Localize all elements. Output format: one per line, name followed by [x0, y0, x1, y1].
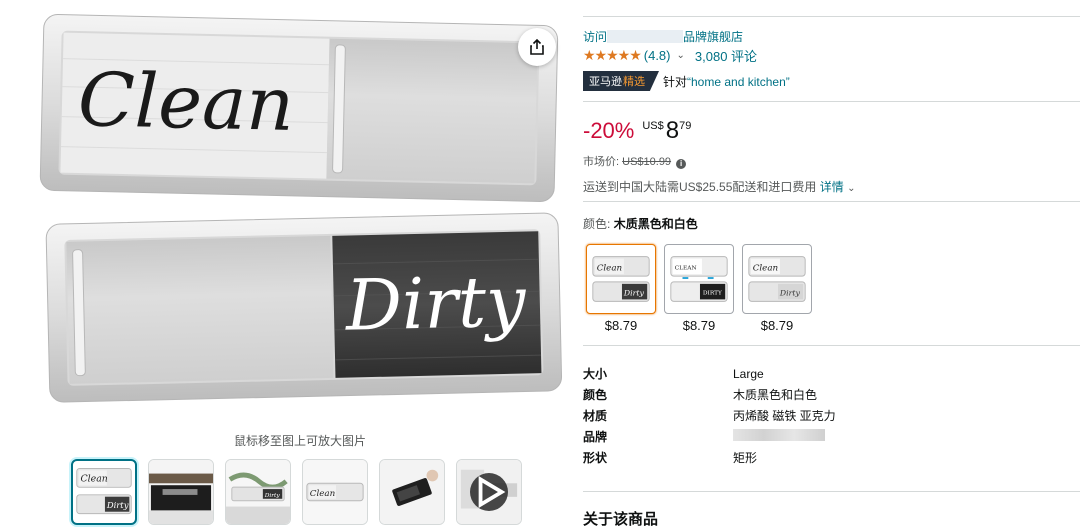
divider-top: [583, 16, 1080, 17]
spec-row-color: 颜色 木质黑色和白色: [583, 384, 836, 405]
divider-about: [583, 491, 1080, 492]
amazon-choice-badge: 亚马逊 精选: [583, 71, 659, 91]
main-product-image[interactable]: Clean Dirty: [38, 12, 566, 422]
choice-keyword-link[interactable]: “home and kitchen”: [687, 75, 790, 89]
chevron-down-icon[interactable]: ⌄: [677, 50, 685, 61]
spec-key: 材质: [583, 409, 608, 423]
divider-price: [583, 101, 1080, 102]
choice-for-prefix: 针对: [663, 74, 688, 89]
spec-value: 矩形: [733, 451, 758, 465]
swatch-price: $8.79: [682, 318, 716, 333]
thumbnail-5[interactable]: [379, 459, 445, 525]
rating-value[interactable]: (4.8): [644, 48, 671, 63]
spec-value: 木质黑色和白色: [733, 388, 818, 402]
selected-color-name: 木质黑色和白色: [613, 217, 698, 231]
share-button[interactable]: [518, 28, 556, 66]
color-swatch-1[interactable]: Clean Dirty $8.79: [586, 244, 656, 333]
discount-percent: -20%: [583, 118, 635, 143]
spec-row-shape: 形状 矩形: [583, 447, 836, 468]
svg-text:Dirty: Dirty: [623, 289, 645, 298]
store-link[interactable]: 访问 品牌旗舰店: [583, 28, 743, 45]
star-rating-icon[interactable]: ★★★★★: [583, 47, 642, 64]
color-swatch-2[interactable]: CLEAN DIRTY $8.79: [664, 244, 734, 333]
clean-word: Clean: [77, 57, 295, 148]
store-link-suffix: 品牌旗舰店: [683, 30, 744, 44]
price-whole: 8: [665, 117, 680, 144]
store-link-prefix: 访问: [583, 30, 608, 44]
choice-keyword-text: 针对“home and kitchen”: [663, 73, 790, 90]
svg-text:Dirty: Dirty: [779, 289, 801, 298]
svg-text:Dirty: Dirty: [106, 500, 129, 510]
list-price-value: US$10.99: [622, 156, 672, 168]
brand-name-redacted: [733, 429, 825, 441]
price-currency: US$: [642, 120, 664, 132]
shipping-info: 运送到中国大陆需US$25.55配送和进口费用 详情 ⌄: [583, 178, 855, 195]
svg-text:Dirty: Dirty: [264, 493, 281, 499]
list-price-label: 市场价:: [583, 156, 620, 168]
divider-color: [583, 201, 1080, 202]
spec-key: 大小: [583, 367, 608, 381]
info-icon[interactable]: i: [676, 159, 687, 169]
svg-text:DIRTY: DIRTY: [703, 291, 722, 297]
spec-row-brand: 品牌: [583, 426, 836, 447]
shipping-details-link[interactable]: 详情 ⌄: [820, 180, 856, 194]
swatch-price: $8.79: [604, 318, 638, 333]
swatch-price: $8.79: [760, 318, 794, 333]
dirty-word: Dirty: [343, 260, 528, 346]
thumbnail-strip: Clean Dirty Dirty Clean: [71, 459, 522, 525]
review-count-link[interactable]: 3,080 评论: [695, 46, 757, 65]
zoom-hint: 鼠标移至图上可放大图片: [233, 434, 366, 448]
amazon-choice-row: 亚马逊 精选 针对“home and kitchen”: [583, 71, 790, 91]
spec-key: 形状: [583, 451, 608, 465]
color-label-prefix: 颜色:: [583, 217, 611, 231]
choice-badge-brand: 亚马逊: [589, 76, 622, 88]
spec-value: 丙烯酸 磁铁 亚克力: [733, 409, 836, 423]
shipping-text: 运送到中国大陆需US$25.55配送和进口费用: [583, 180, 817, 194]
chevron-down-icon: ⌄: [847, 183, 856, 194]
play-video-button[interactable]: [470, 473, 508, 511]
price-block: -20% US$ 8 79: [583, 116, 691, 146]
spec-key: 颜色: [583, 388, 608, 402]
thumbnail-4[interactable]: Clean: [302, 459, 368, 525]
svg-text:Clean: Clean: [753, 263, 779, 273]
shipping-details-label: 详情: [819, 180, 844, 194]
thumbnail-3[interactable]: Dirty: [225, 459, 291, 525]
spec-row-size: 大小 Large: [583, 363, 836, 384]
about-heading: 关于该商品: [583, 511, 659, 527]
product-specs-table: 大小 Large 颜色 木质黑色和白色 材质 丙烯酸 磁铁 亚克力 品牌 形状 …: [583, 363, 836, 468]
divider-specs: [583, 345, 1080, 346]
svg-text:CLEAN: CLEAN: [675, 265, 697, 271]
spec-value: Large: [733, 366, 764, 381]
spec-value-redacted: [733, 429, 825, 444]
thumbnail-2[interactable]: [148, 459, 214, 525]
choice-badge-label: 精选: [623, 76, 645, 88]
svg-text:Clean: Clean: [310, 489, 335, 499]
svg-text:Clean: Clean: [597, 263, 623, 273]
color-label: 颜色: 木质黑色和白色: [583, 215, 698, 232]
color-swatch-3[interactable]: Clean Dirty $8.79: [742, 244, 812, 333]
store-name-redacted: [607, 30, 684, 43]
play-icon: [478, 475, 506, 509]
color-swatches: Clean Dirty $8.79 CLEAN DIRTY $8.79 Clea…: [586, 244, 812, 333]
svg-text:Clean: Clean: [81, 474, 108, 485]
spec-key: 品牌: [583, 430, 608, 444]
thumbnail-video[interactable]: [456, 459, 522, 525]
thumbnail-1[interactable]: Clean Dirty: [71, 459, 137, 525]
rating-row: ★★★★★ (4.8) ⌄ 3,080 评论: [583, 46, 757, 65]
price-fraction: 79: [679, 120, 692, 132]
list-price: 市场价: US$10.99 i: [583, 153, 687, 169]
spec-row-material: 材质 丙烯酸 磁铁 亚克力: [583, 405, 836, 426]
share-icon: [530, 38, 544, 55]
